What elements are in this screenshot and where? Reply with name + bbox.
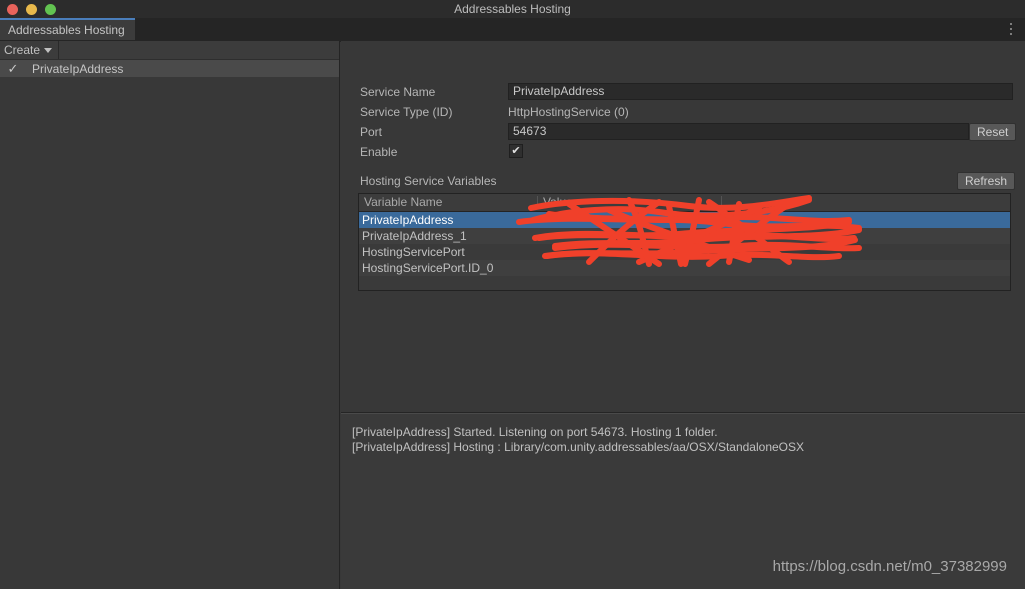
create-button-label: Create xyxy=(4,43,41,57)
sidebar-item-privateipaddress[interactable]: ✓ PrivateIpAddress xyxy=(0,60,339,77)
field-port: Port 54673 Reset xyxy=(341,122,1025,142)
variables-table: Variable Name Value PrivateIpAddress Pri… xyxy=(358,193,1011,291)
field-service-name: Service Name PrivateIpAddress xyxy=(341,82,1025,102)
enable-checkbox[interactable]: ✔ xyxy=(509,144,523,158)
chevron-down-icon xyxy=(44,47,53,53)
addressables-hosting-window: Addressables Hosting Addressables Hostin… xyxy=(0,0,1025,589)
service-name-input[interactable]: PrivateIpAddress xyxy=(508,83,1013,100)
column-separator-2[interactable] xyxy=(721,196,722,209)
window-titlebar: Addressables Hosting xyxy=(0,0,1025,18)
service-type-value: HttpHostingService (0) xyxy=(508,105,629,119)
field-enable: Enable ✔ xyxy=(341,142,1025,162)
cell-variable-name: PrivateIpAddress xyxy=(362,213,454,227)
enable-label: Enable xyxy=(360,145,398,159)
refresh-button[interactable]: Refresh xyxy=(957,172,1016,190)
log-line: [PrivateIpAddress] Started. Listening on… xyxy=(352,425,718,439)
tab-label: Addressables Hosting xyxy=(8,23,125,37)
port-input[interactable]: 54673 xyxy=(508,123,969,140)
table-row[interactable]: HostingServicePort xyxy=(359,244,1010,260)
service-inspector: Service Name PrivateIpAddress Service Ty… xyxy=(341,41,1025,412)
kebab-dot-2 xyxy=(1010,28,1012,30)
reset-button[interactable]: Reset xyxy=(969,123,1017,141)
table-row[interactable]: PrivateIpAddress xyxy=(359,212,1010,228)
close-button[interactable] xyxy=(7,4,18,15)
variables-section-header: Hosting Service Variables Refresh xyxy=(341,171,1025,191)
field-service-type: Service Type (ID) HttpHostingService (0) xyxy=(341,102,1025,122)
traffic-light-buttons xyxy=(7,4,56,15)
cell-variable-name: HostingServicePort.ID_0 xyxy=(362,261,494,275)
port-label: Port xyxy=(360,125,383,139)
tab-addressables-hosting[interactable]: Addressables Hosting xyxy=(0,18,135,40)
log-line: [PrivateIpAddress] Hosting : Library/com… xyxy=(352,440,805,454)
cell-variable-name: PrivateIpAddress_1 xyxy=(362,229,467,243)
checkmark-icon[interactable]: ✓ xyxy=(4,60,22,77)
zoom-button[interactable] xyxy=(45,4,56,15)
kebab-dot-1 xyxy=(1010,23,1012,25)
kebab-menu-icon[interactable] xyxy=(1005,22,1017,36)
variables-section-title: Hosting Service Variables xyxy=(360,174,497,188)
table-header-row: Variable Name Value xyxy=(359,194,1010,212)
watermark-text: https://blog.csdn.net/m0_37382999 xyxy=(772,558,1007,575)
service-name-label: Service Name xyxy=(360,85,436,99)
services-sidebar: Create ✓ PrivateIpAddress xyxy=(0,41,340,589)
table-row[interactable]: HostingServicePort.ID_0 xyxy=(359,260,1010,276)
inspector-panel: Service Name PrivateIpAddress Service Ty… xyxy=(341,41,1025,589)
sidebar-toolbar: Create xyxy=(0,41,339,60)
minimize-button[interactable] xyxy=(26,4,37,15)
table-row[interactable]: PrivateIpAddress_1 xyxy=(359,228,1010,244)
column-header-variable-name[interactable]: Variable Name xyxy=(359,194,442,211)
create-button[interactable]: Create xyxy=(0,41,60,59)
service-type-label: Service Type (ID) xyxy=(360,105,453,119)
window-title: Addressables Hosting xyxy=(454,2,571,16)
sidebar-item-label: PrivateIpAddress xyxy=(32,61,124,76)
cell-variable-name: HostingServicePort xyxy=(362,245,465,259)
tab-strip: Addressables Hosting xyxy=(0,18,1025,42)
kebab-dot-3 xyxy=(1010,33,1012,35)
column-header-value[interactable]: Value xyxy=(538,194,573,211)
